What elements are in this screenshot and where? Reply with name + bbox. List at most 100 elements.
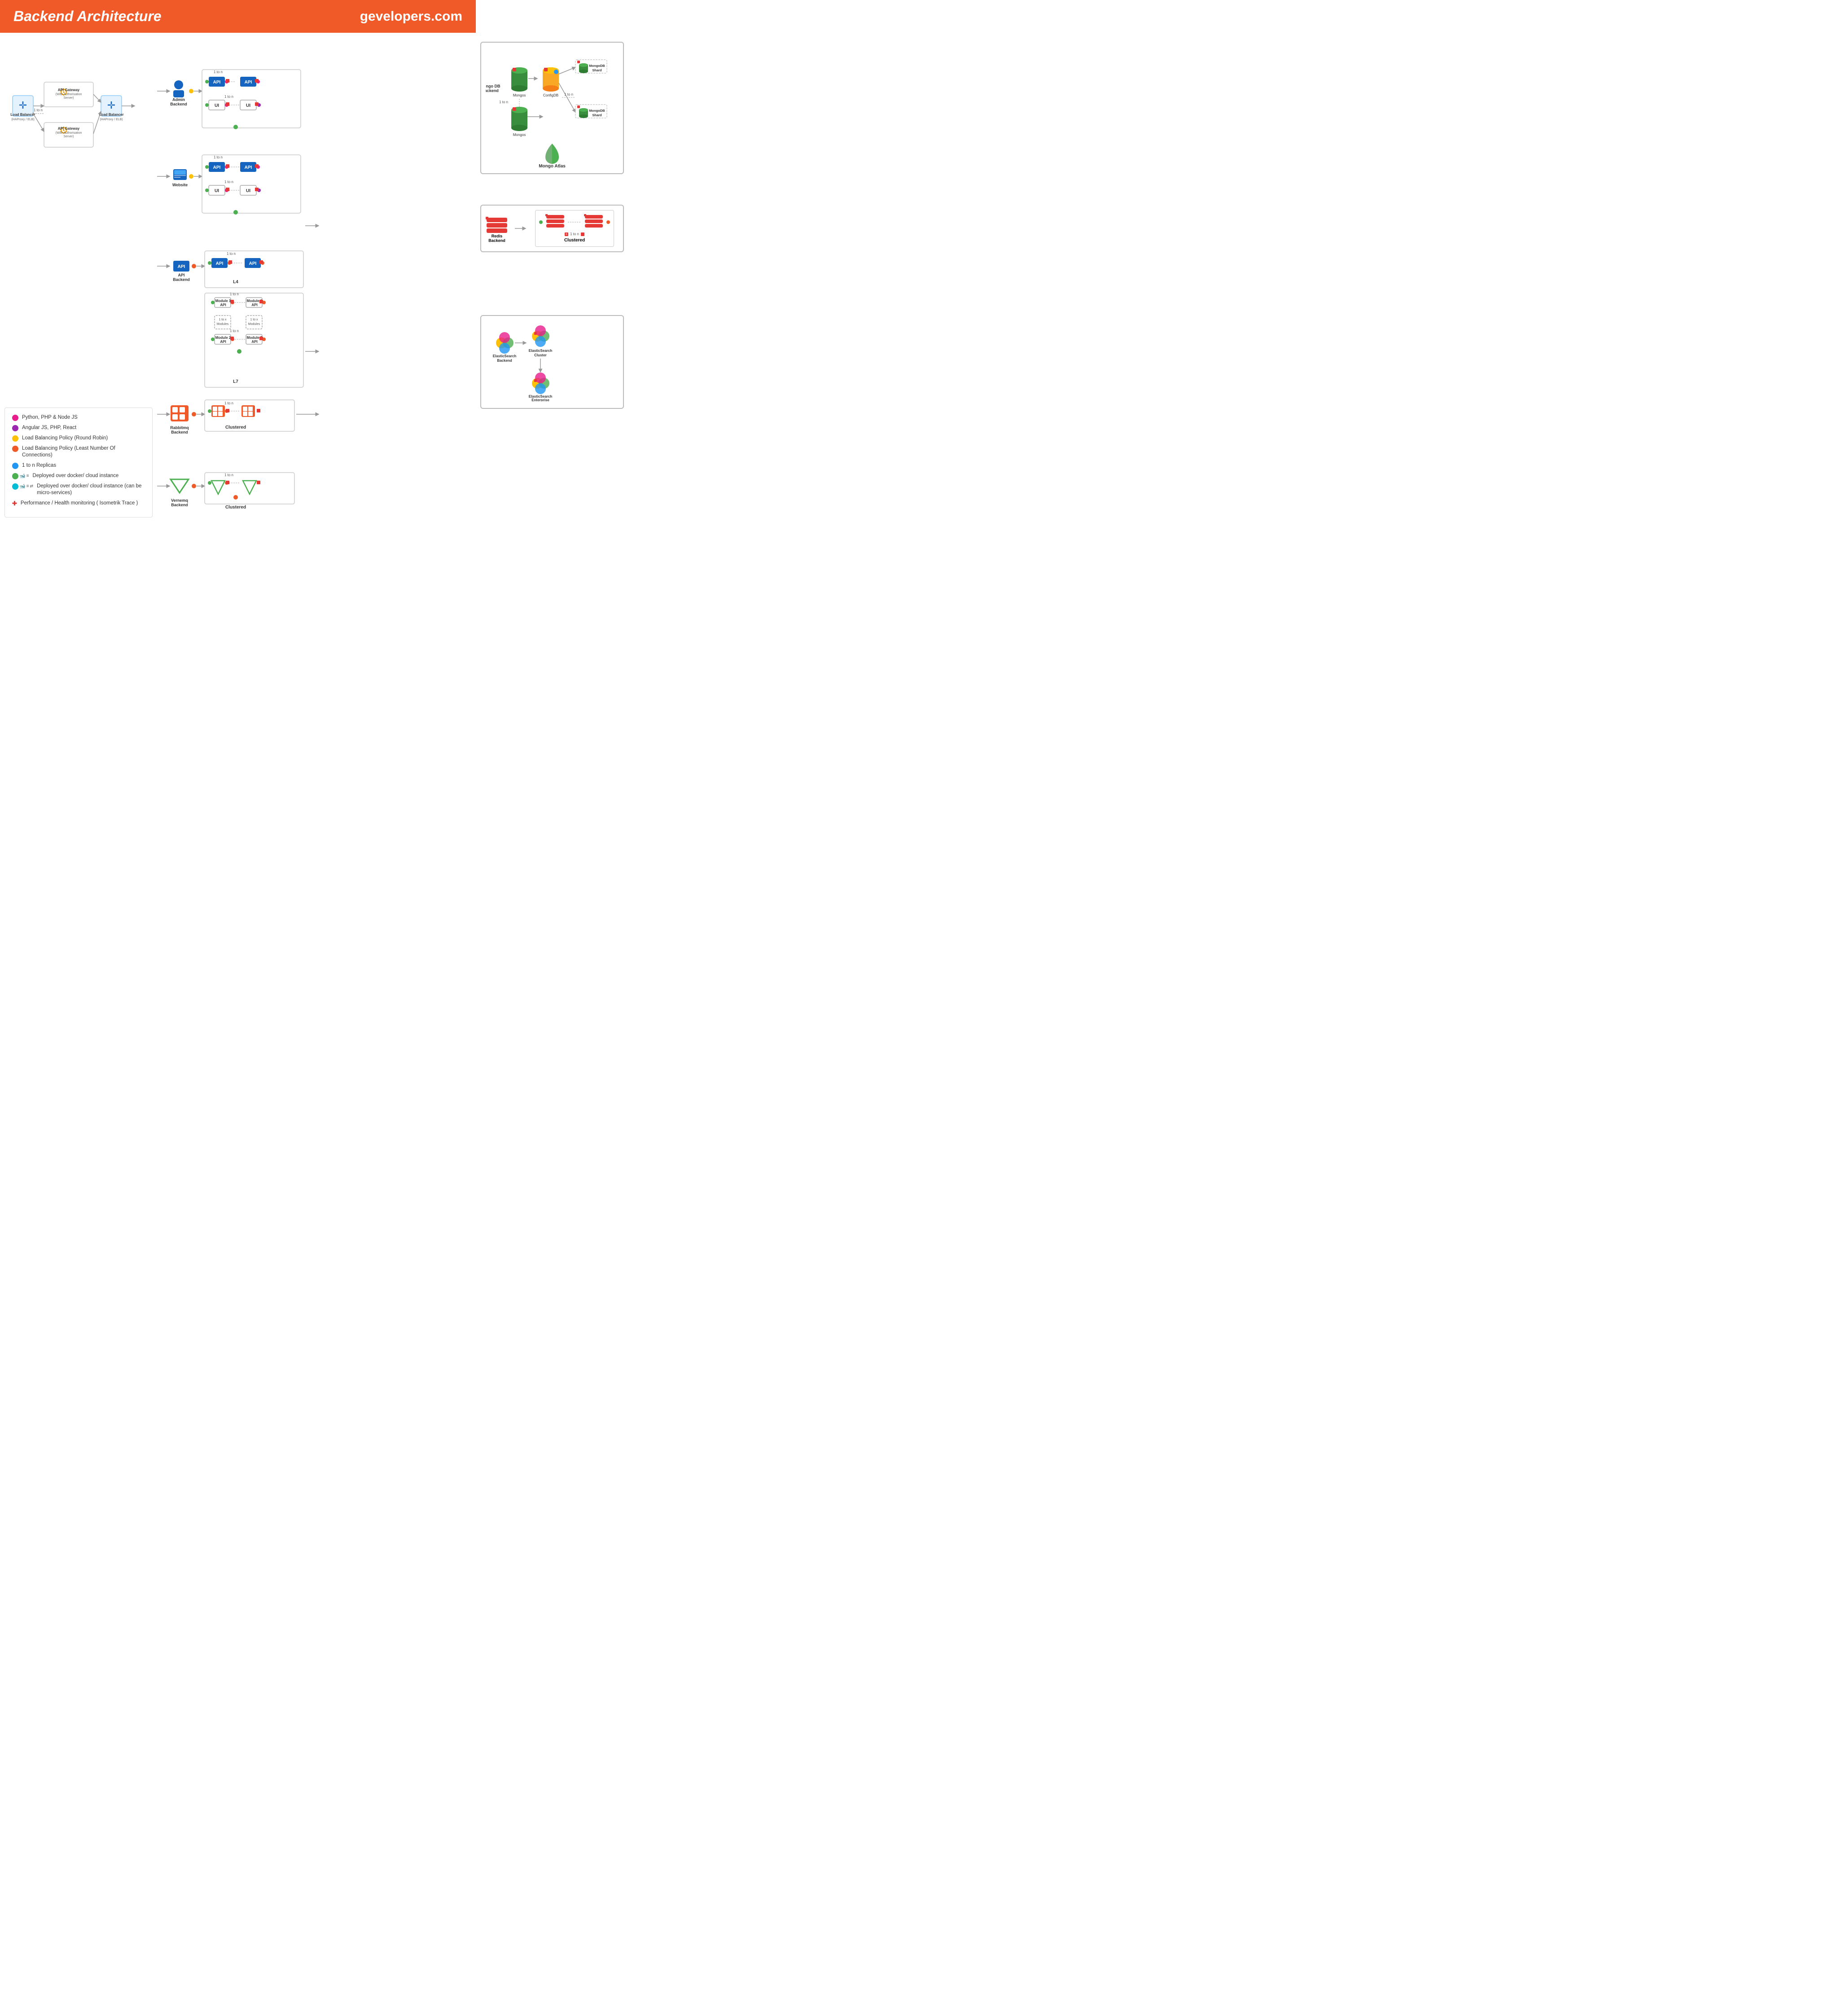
yellow-dot: [12, 435, 18, 442]
legend-item-green: 🐋 ≡ Deployed over docker/ cloud instance: [12, 473, 145, 479]
domain-label: gevelopers.com: [360, 9, 462, 24]
svg-text:Server): Server): [64, 96, 74, 100]
svg-text:ConfigDB: ConfigDB: [543, 93, 558, 97]
svg-text:L7: L7: [233, 379, 238, 384]
svg-text:Backend: Backend: [171, 503, 188, 507]
left-infra-diagram: ✛ Load Balancer (HAProxy / ELB) ⚙ API Ga…: [4, 42, 153, 172]
right-panel: Admin Backend API 1 to n API UI: [157, 37, 480, 522]
redis-arrow: [515, 224, 528, 233]
teal-icon-group: 🐋 ≡ ⇄: [12, 483, 33, 490]
svg-text:Modules: Modules: [217, 323, 229, 326]
orange-dot: [12, 446, 18, 452]
mongo-atlas-label: Mongo Atlas: [539, 164, 566, 169]
orange-dot: [606, 220, 610, 224]
svg-text:API: API: [245, 80, 252, 85]
legend-text-green: Deployed over docker/ cloud instance: [33, 473, 119, 479]
svg-text:Shard: Shard: [592, 113, 602, 117]
redis-clustered: + 1 to n Clustered: [535, 210, 614, 247]
svg-text:UI: UI: [246, 188, 250, 193]
svg-text:Server): Server): [64, 135, 74, 138]
legend-item-teal: 🐋 ≡ ⇄ Deployed over docker/ cloud instan…: [12, 483, 145, 496]
legend-text-blue: 1 to n Replicas: [22, 462, 56, 469]
green-icon-group: 🐋 ≡: [12, 473, 29, 479]
redis-label: Redis: [492, 234, 503, 238]
svg-text:L4: L4: [233, 280, 238, 285]
svg-text:Backend: Backend: [170, 102, 187, 106]
green-dot: [12, 473, 18, 479]
svg-text:API Gateway: API Gateway: [58, 88, 80, 92]
svg-text:API: API: [178, 273, 184, 277]
svg-text:API: API: [178, 264, 185, 269]
svg-text:API: API: [251, 303, 257, 307]
redis-section: Redis Backend: [480, 205, 624, 252]
svg-text:1 to n: 1 to n: [34, 108, 43, 112]
page-title: Backend Architecture: [13, 8, 162, 25]
pink-dot: [12, 415, 18, 421]
redis-cluster-row: [539, 214, 610, 230]
svg-text:Modules: Modules: [248, 323, 260, 326]
svg-text:API: API: [216, 261, 224, 266]
svg-text:API: API: [249, 261, 257, 266]
one-to-n-label: 1 to n: [570, 232, 579, 236]
svg-text:✛: ✛: [107, 100, 115, 111]
red-cross-icon: ✚: [12, 500, 17, 507]
svg-text:(With Authorisation: (With Authorisation: [56, 131, 82, 135]
svg-text:Module 1: Module 1: [215, 299, 231, 303]
svg-text:1 to n: 1 to n: [564, 92, 573, 96]
header: Backend Architecture gevelopers.com: [0, 0, 476, 33]
svg-text:1 to n: 1 to n: [499, 100, 508, 104]
legend-item-redcross: ✚ Performance / Health monitoring ( Isom…: [12, 500, 145, 507]
blue-dot: [12, 463, 18, 469]
legend-text-teal: Deployed over docker/ cloud instance (ca…: [37, 483, 145, 496]
svg-text:UI: UI: [246, 103, 250, 108]
svg-text:Load Balancer: Load Balancer: [99, 113, 123, 117]
svg-text:API: API: [213, 80, 221, 85]
legend-text-purple: Angular JS, PHP, React: [22, 425, 76, 431]
svg-text:API: API: [213, 165, 221, 170]
svg-text:1 to n: 1 to n: [224, 401, 233, 405]
svg-text:ElasticSearch: ElasticSearch: [529, 349, 553, 353]
left-panel: ✛ Load Balancer (HAProxy / ELB) ⚙ API Ga…: [4, 37, 157, 522]
svg-text:Rabbitmq: Rabbitmq: [170, 425, 189, 430]
svg-text:Admin: Admin: [172, 97, 185, 102]
svg-text:Backend: Backend: [497, 359, 512, 363]
svg-text:1 to x: 1 to x: [219, 318, 227, 321]
legend-item-orange: Load Balancing Policy (Least Number Of C…: [12, 445, 145, 459]
redis-cluster-icon: [545, 214, 565, 230]
svg-text:Backend: Backend: [171, 430, 188, 434]
elastic-diagram: ElasticSearch Backend ElasticSearch Clus…: [486, 320, 611, 401]
red-cross-icon: +: [565, 232, 568, 236]
redis-backend-label: Backend: [488, 238, 505, 243]
svg-text:✛: ✛: [19, 100, 27, 111]
redis-cluster-labels: + 1 to n: [565, 232, 584, 236]
svg-text:UI: UI: [215, 188, 219, 193]
svg-text:(HAProxy / ELB): (HAProxy / ELB): [11, 118, 34, 121]
redis-cluster-icon2: [584, 214, 604, 230]
svg-text:Mongo DB: Mongo DB: [486, 84, 500, 88]
backend-stores-panel: Mongo DB Backend Mongos ConfigDB: [480, 37, 624, 522]
elastic-section: ElasticSearch Backend ElasticSearch Clus…: [480, 315, 624, 409]
redis-backend: Redis Backend: [486, 214, 508, 243]
dotted: [568, 220, 581, 224]
redis-icon: [486, 214, 508, 234]
main-content: ✛ Load Balancer (HAProxy / ELB) ⚙ API Ga…: [0, 33, 476, 526]
svg-text:API: API: [220, 303, 226, 307]
svg-text:Backend: Backend: [173, 277, 190, 282]
svg-text:Clustered: Clustered: [225, 505, 246, 510]
svg-text:Backend: Backend: [486, 88, 499, 93]
mongo-atlas-icon: [543, 141, 561, 164]
green-dot: [539, 220, 543, 224]
svg-text:Clustered: Clustered: [225, 425, 246, 430]
legend-item-pink: Python, PHP & Node JS: [12, 414, 145, 421]
legend-text-orange: Load Balancing Policy (Least Number Of C…: [22, 445, 145, 459]
svg-text:(With Authorisation: (With Authorisation: [56, 93, 82, 96]
mongodb-diagram: Mongo DB Backend Mongos ConfigDB: [486, 47, 616, 137]
legend: Python, PHP & Node JS Angular JS, PHP, R…: [4, 408, 153, 517]
svg-text:API: API: [251, 340, 257, 344]
red-cross-icon2: [581, 232, 584, 236]
svg-text:1 to n: 1 to n: [214, 155, 223, 159]
legend-text-yellow: Load Balancing Policy (Round Robin): [22, 435, 108, 442]
svg-text:Vernemq: Vernemq: [171, 498, 188, 503]
mongodb-section: Mongo DB Backend Mongos ConfigDB: [480, 42, 624, 174]
svg-text:Mongos: Mongos: [513, 93, 526, 97]
